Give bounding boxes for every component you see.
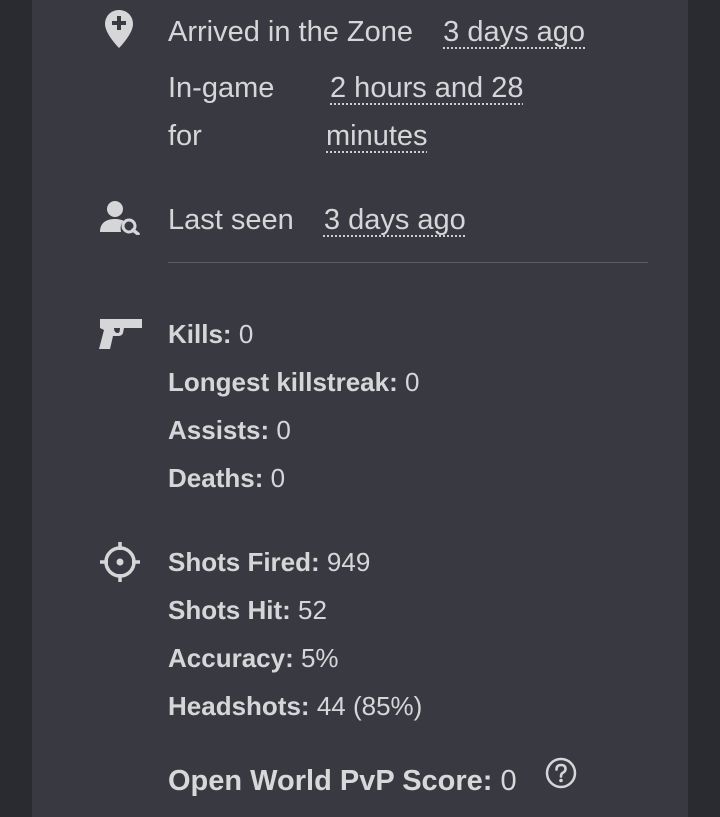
arrived-label: Arrived in the Zone xyxy=(168,16,414,48)
ingame-label: In-game xyxy=(168,64,308,112)
deaths-label: Deaths: xyxy=(168,463,264,493)
shots-fired-stat: Shots Fired: 949 xyxy=(168,538,370,586)
ingame-label-2: for xyxy=(168,112,308,160)
help-circle-icon[interactable] xyxy=(545,757,577,789)
pvp-score: Open World PvP Score: 0 xyxy=(168,756,517,806)
pistol-icon xyxy=(96,316,144,357)
kills-value: 0 xyxy=(238,319,254,349)
user-search-icon xyxy=(98,199,140,240)
ingame-label-line2: for xyxy=(168,120,202,152)
player-stats-card: Arrived in the Zone 3 days ago In-game f… xyxy=(32,0,688,817)
section-divider xyxy=(168,262,648,263)
headshots-stat: Headshots: 44 (85%) xyxy=(168,682,422,730)
last-seen-time[interactable]: 3 days ago xyxy=(324,204,466,236)
ingame-duration-line1[interactable]: 2 hours and 28 xyxy=(330,64,523,112)
kills-label: Kills: xyxy=(168,319,232,349)
deaths-stat: Deaths: 0 xyxy=(168,454,285,502)
last-seen-row: Last seen 3 days ago xyxy=(168,196,466,244)
ingame-duration-2[interactable]: minutes xyxy=(326,112,428,160)
pvp-score-label: Open World PvP Score: xyxy=(168,765,493,797)
accuracy-label: Accuracy: xyxy=(168,643,294,673)
shots-fired-label: Shots Fired: xyxy=(168,547,320,577)
ingame-duration[interactable]: 2 hours and 28 xyxy=(330,64,523,112)
headshots-value: 44 (85%) xyxy=(316,691,423,721)
last-seen-label: Last seen xyxy=(168,204,294,236)
arrived-row: Arrived in the Zone 3 days ago xyxy=(168,8,585,56)
headshots-label: Headshots: xyxy=(168,691,310,721)
assists-stat: Assists: 0 xyxy=(168,406,291,454)
map-pin-plus-icon xyxy=(104,9,134,54)
shots-hit-value: 52 xyxy=(298,595,327,625)
ingame-label-line1: In-game xyxy=(168,72,275,104)
shots-hit-label: Shots Hit: xyxy=(168,595,291,625)
crosshair-icon xyxy=(99,541,141,588)
assists-value: 0 xyxy=(276,415,291,445)
shots-hit-stat: Shots Hit: 52 xyxy=(168,586,327,634)
assists-label: Assists: xyxy=(168,415,270,445)
killstreak-value: 0 xyxy=(404,367,420,397)
accuracy-value: 5% xyxy=(300,643,339,673)
deaths-value: 0 xyxy=(270,463,286,493)
kills-stat: Kills: 0 xyxy=(168,310,253,358)
accuracy-stat: Accuracy: 5% xyxy=(168,634,339,682)
killstreak-label: Longest killstreak: xyxy=(168,367,398,397)
arrived-time[interactable]: 3 days ago xyxy=(443,16,585,48)
killstreak-stat: Longest killstreak: 0 xyxy=(168,358,419,406)
pvp-score-value: 0 xyxy=(500,765,517,797)
shots-fired-value: 949 xyxy=(326,547,371,577)
ingame-duration-line2[interactable]: minutes xyxy=(326,112,428,160)
